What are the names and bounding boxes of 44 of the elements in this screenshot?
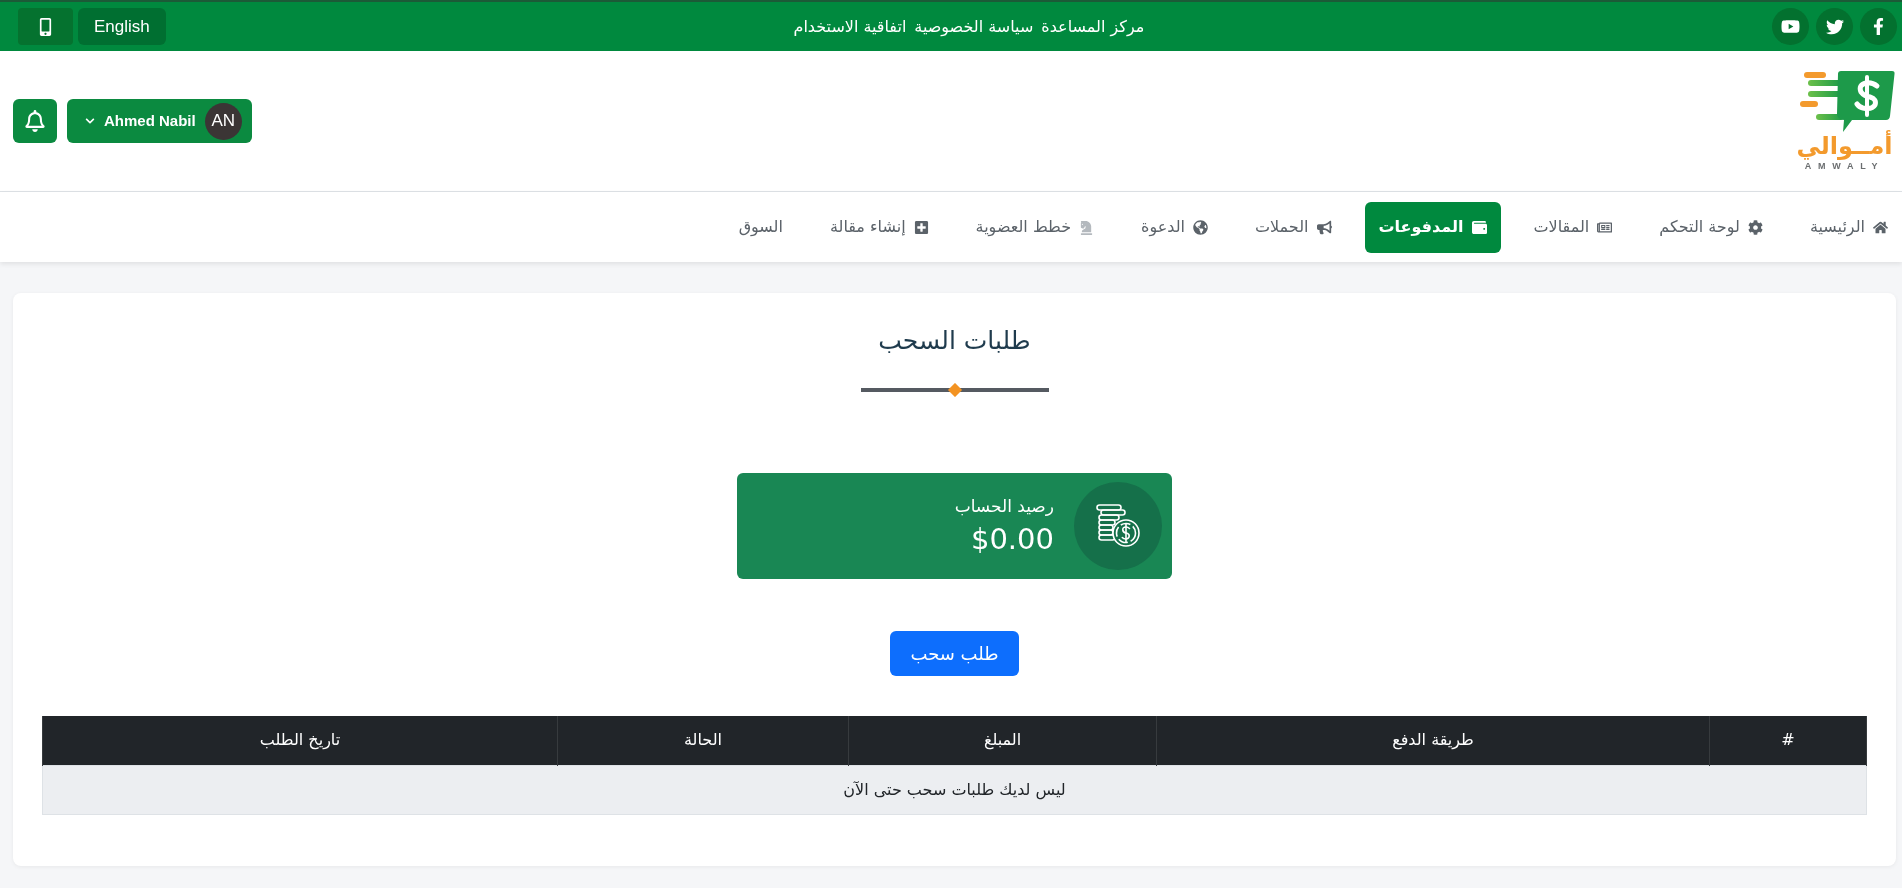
bird-icon — [1825, 17, 1844, 36]
column-header: تاريخ الطلب — [42, 716, 558, 765]
balance-amount: $0.00 — [970, 521, 1054, 558]
language-button[interactable]: English — [78, 8, 166, 45]
balance-label: رصيد الحساب — [954, 495, 1054, 518]
logo-tagline: AMWALY — [1804, 160, 1885, 172]
social-link[interactable] — [1772, 8, 1809, 45]
play-button-icon — [1781, 17, 1800, 36]
top-bar-link[interactable]: اتفاقية الاستخدام — [793, 14, 907, 39]
nav-tab[interactable]: الحملات — [1241, 201, 1346, 253]
nav-tab[interactable]: إنشاء مقالة — [815, 201, 943, 253]
empty-table-message: ليس لديك طلبات سحب حتى الآن — [42, 765, 1867, 814]
chess-knight-icon — [1079, 219, 1095, 235]
top-bar-link[interactable]: سياسة الخصوصية — [914, 14, 1034, 39]
nav-tab[interactable]: السوق — [724, 201, 797, 253]
user-avatar: AN — [204, 102, 242, 140]
chevron-down-icon — [85, 116, 95, 126]
logo-wordmark: أمــوالي — [1796, 132, 1893, 159]
nav-tab[interactable]: المقالات — [1519, 201, 1627, 253]
globe-icon — [1193, 219, 1208, 235]
gear-icon — [1747, 219, 1763, 235]
bell-icon — [25, 110, 45, 132]
notifications-button[interactable] — [13, 99, 57, 143]
social-link[interactable] — [1860, 8, 1897, 45]
nav-tab[interactable]: الرئيسية — [1795, 201, 1902, 253]
nav-tab[interactable]: الدعوة — [1127, 201, 1222, 253]
column-header: الحالة — [557, 716, 849, 765]
wallet-icon — [1471, 219, 1487, 235]
nav-tab[interactable]: المدفوعات — [1364, 201, 1501, 253]
nav-tab[interactable]: خطط العضوية — [961, 201, 1109, 253]
home-icon — [1873, 219, 1888, 235]
user-name: Ahmed Nabil — [104, 110, 196, 131]
page-title: طلبات السحب — [878, 325, 1031, 357]
mobile-app-button[interactable] — [18, 8, 73, 45]
column-header: # — [1709, 716, 1867, 765]
megaphone-icon — [1316, 219, 1332, 235]
top-bar-link[interactable]: مركز المساعدة — [1041, 14, 1145, 39]
social-link[interactable] — [1816, 8, 1853, 45]
smartphone-icon — [39, 17, 52, 36]
withdraw-request-button[interactable]: طلب سحب — [890, 631, 1019, 676]
column-header: طريقة الدفع — [1156, 716, 1710, 765]
column-header: المبلغ — [848, 716, 1157, 765]
user-menu-button[interactable]: Ahmed Nabil AN — [67, 99, 252, 143]
nav-tab[interactable]: لوحة التحكم — [1645, 201, 1777, 253]
